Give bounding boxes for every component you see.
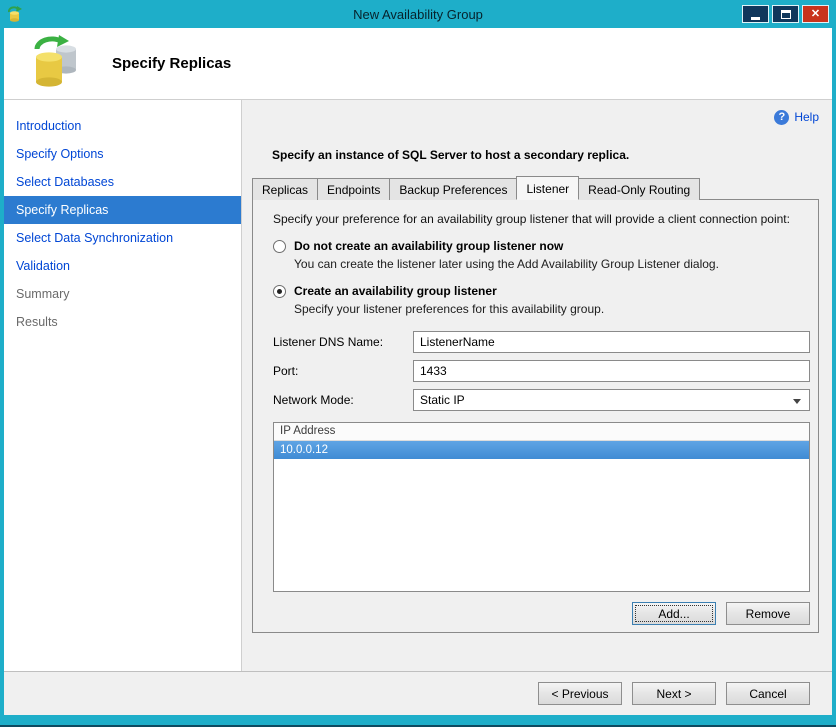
add-button[interactable]: Add... <box>632 602 716 625</box>
radio-no-listener[interactable]: Do not create an availability group list… <box>273 239 810 253</box>
minimize-button[interactable] <box>742 5 769 23</box>
wizard-header: Specify Replicas <box>4 28 832 100</box>
radio-no-listener-label: Do not create an availability group list… <box>294 239 564 253</box>
dns-name-row: Listener DNS Name: <box>273 331 810 353</box>
sidebar-item-select-data-synchronization[interactable]: Select Data Synchronization <box>4 224 241 252</box>
main-pane: ? Help Specify an instance of SQL Server… <box>242 100 832 671</box>
network-mode-row: Network Mode: Static IP <box>273 389 810 411</box>
sidebar-item-specify-replicas[interactable]: Specify Replicas <box>4 196 241 224</box>
radio-create-listener-label: Create an availability group listener <box>294 284 497 298</box>
help-link[interactable]: ? Help <box>774 109 819 125</box>
instruction-text: Specify an instance of SQL Server to hos… <box>272 148 630 162</box>
tabstrip: Replicas Endpoints Backup Preferences Li… <box>252 176 819 200</box>
dns-name-input[interactable] <box>413 331 810 353</box>
window-body: Specify Replicas Introduction Specify Op… <box>4 28 832 715</box>
help-icon: ? <box>774 109 790 125</box>
tab-listener[interactable]: Listener <box>516 176 580 200</box>
sidebar-item-introduction[interactable]: Introduction <box>4 112 241 140</box>
radio-no-listener-icon <box>273 239 286 253</box>
network-mode-value: Static IP <box>420 393 465 407</box>
tab-read-only-routing[interactable]: Read-Only Routing <box>578 178 701 200</box>
cancel-button[interactable]: Cancel <box>726 682 810 705</box>
sidebar-item-results: Results <box>16 315 58 329</box>
tab-replicas[interactable]: Replicas <box>252 178 319 200</box>
radio-create-listener[interactable]: Create an availability group listener <box>273 284 810 298</box>
network-mode-dropdown[interactable]: Static IP <box>413 389 810 411</box>
minimize-icon <box>751 17 760 20</box>
help-row: ? Help <box>252 106 819 128</box>
wizard-window: New Availability Group ✕ Specify Replica… <box>0 0 836 727</box>
help-label: Help <box>794 110 819 124</box>
radio-create-listener-icon <box>273 284 286 298</box>
tab-backup-preferences[interactable]: Backup Preferences <box>389 178 518 200</box>
ip-address-row[interactable]: 10.0.0.12 <box>274 441 809 459</box>
replication-database-icon <box>28 34 82 93</box>
radio-create-listener-description: Specify your listener preferences for th… <box>294 302 605 316</box>
ip-list-buttons: Add... Remove <box>273 595 810 625</box>
listener-tab-panel: Specify your preference for an availabil… <box>252 199 819 633</box>
port-row: Port: <box>273 360 810 382</box>
previous-button[interactable]: < Previous <box>538 682 622 705</box>
sidebar-item-select-databases[interactable]: Select Databases <box>4 168 241 196</box>
content: Introduction Specify Options Select Data… <box>4 100 832 671</box>
caption-buttons: ✕ <box>739 5 829 23</box>
ip-address-list[interactable]: IP Address 10.0.0.12 <box>273 422 810 592</box>
sidebar-item-summary: Summary <box>16 287 70 301</box>
ip-address-column-header: IP Address <box>274 423 809 441</box>
network-mode-label: Network Mode: <box>273 393 354 407</box>
page-title: Specify Replicas <box>112 55 232 72</box>
remove-button[interactable]: Remove <box>726 602 810 625</box>
wizard-footer: < Previous Next > Cancel <box>4 671 832 715</box>
close-icon: ✕ <box>810 7 821 20</box>
window-title: New Availability Group <box>353 6 483 22</box>
maximize-button[interactable] <box>772 5 799 23</box>
radio-no-listener-description: You can create the listener later using … <box>294 257 719 271</box>
port-input[interactable] <box>413 360 810 382</box>
next-button[interactable]: Next > <box>632 682 716 705</box>
titlebar: New Availability Group ✕ <box>0 0 836 28</box>
close-button[interactable]: ✕ <box>802 5 829 23</box>
dns-name-label: Listener DNS Name: <box>273 335 384 349</box>
chevron-down-icon <box>793 399 801 404</box>
maximize-icon <box>780 9 791 19</box>
listener-fields: Listener DNS Name: Port: Network Mode: S… <box>273 331 810 418</box>
tab-endpoints[interactable]: Endpoints <box>317 178 391 200</box>
listener-intro-text: Specify your preference for an availabil… <box>273 212 790 226</box>
sidebar-item-specify-options[interactable]: Specify Options <box>4 140 241 168</box>
wizard-steps-sidebar: Introduction Specify Options Select Data… <box>4 100 242 671</box>
port-label: Port: <box>273 364 299 378</box>
sidebar-item-validation[interactable]: Validation <box>4 252 241 280</box>
